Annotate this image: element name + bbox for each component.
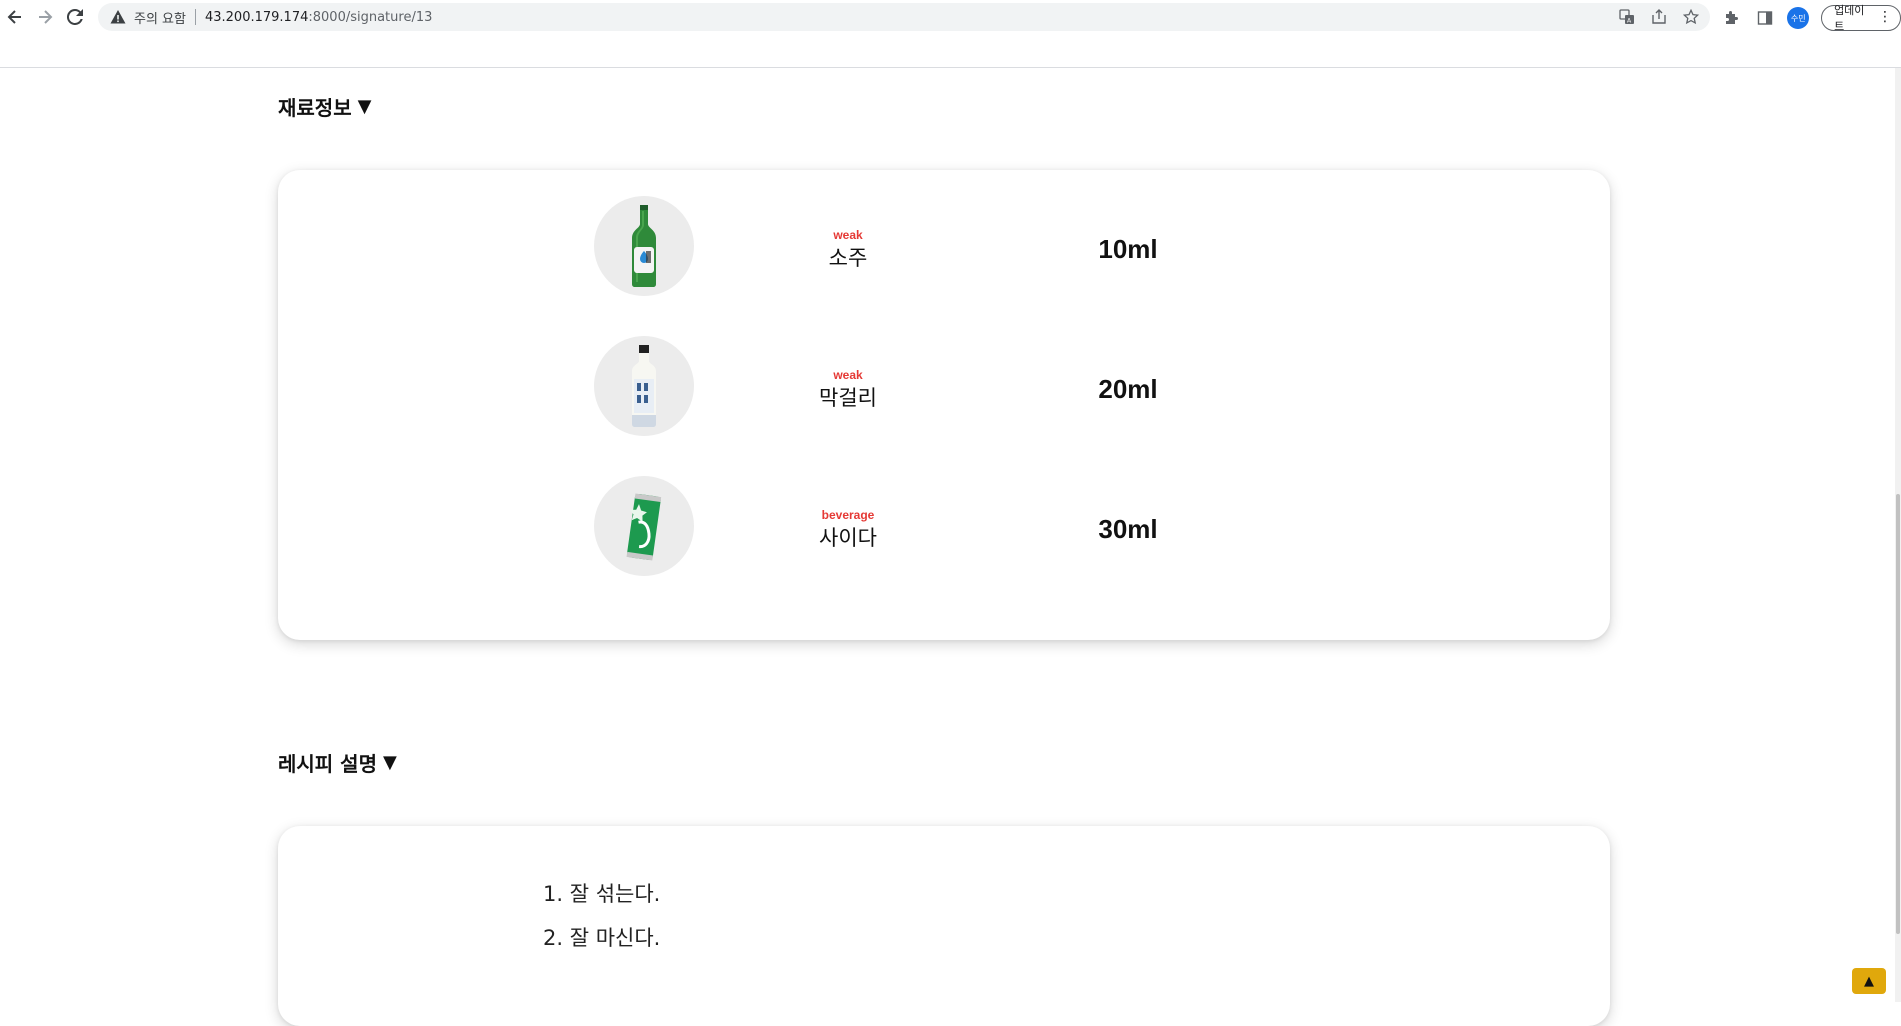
url-path: :8000/signature/13 (308, 9, 433, 25)
ingredient-name: 막걸리 (819, 386, 877, 410)
reload-icon[interactable] (62, 4, 88, 30)
cider-can-icon (594, 476, 694, 576)
ingredient-amount: 30ml (1098, 514, 1158, 544)
makgeolli-bottle-icon (594, 336, 694, 436)
ingredient-row: weak 막걸리 20ml (278, 336, 1610, 436)
url-host: 43.200.179.174 (204, 9, 309, 25)
toolbar-divider (0, 67, 1901, 68)
warning-triangle-icon[interactable] (110, 9, 126, 25)
recipe-section-toggle[interactable]: 레시피 설명 ▼ (278, 748, 397, 777)
forward-arrow-icon[interactable] (32, 4, 58, 30)
ingredient-category: beverage (821, 508, 875, 522)
ingredients-title: 재료정보 (278, 96, 352, 120)
url-separator (194, 9, 196, 25)
profile-avatar[interactable]: 수민 (1787, 7, 1810, 29)
collapse-triangle-icon: ▼ (382, 752, 397, 773)
collapse-triangle-icon: ▼ (357, 96, 372, 117)
ingredients-section-toggle[interactable]: 재료정보 ▼ (278, 92, 371, 121)
security-warning-label[interactable]: 주의 요함 (134, 8, 186, 27)
recipe-card: 1. 잘 섞는다. 2. 잘 마신다. (278, 826, 1610, 1026)
soju-bottle-icon (594, 196, 694, 296)
ingredient-row: weak 소주 10ml (278, 196, 1610, 296)
back-arrow-icon[interactable] (2, 4, 28, 30)
side-panel-icon[interactable] (1754, 7, 1776, 29)
recipe-title: 레시피 설명 (278, 752, 377, 776)
scroll-to-top-button[interactable]: ▲ (1852, 968, 1886, 994)
share-icon[interactable] (1650, 8, 1668, 26)
ingredient-row: beverage 사이다 30ml (278, 476, 1610, 576)
translate-icon[interactable]: A (1618, 8, 1636, 26)
update-button-label: 업데이트 (1834, 4, 1865, 33)
browser-menu-icon[interactable]: ⋮ (1878, 10, 1892, 24)
ingredient-name: 사이다 (819, 526, 877, 550)
ingredient-amount: 20ml (1098, 374, 1158, 404)
ingredient-amount: 10ml (1098, 234, 1158, 264)
ingredients-card: weak 소주 10ml weak 막걸리 20ml beverage 사이다 … (278, 170, 1610, 640)
extensions-puzzle-icon[interactable] (1720, 7, 1742, 29)
update-button[interactable]: 업데이트 ⋮ (1821, 4, 1901, 33)
recipe-step: 2. 잘 마신다. (543, 926, 661, 950)
scrollbar-thumb[interactable] (1896, 494, 1900, 934)
bookmark-star-icon[interactable] (1682, 8, 1700, 26)
ingredient-category: weak (833, 368, 863, 382)
ingredient-category: weak (833, 228, 863, 242)
recipe-steps: 1. 잘 섞는다. 2. 잘 마신다. (543, 876, 660, 964)
recipe-step: 1. 잘 섞는다. (543, 882, 661, 906)
ingredient-name: 소주 (828, 246, 868, 270)
address-bar[interactable]: 주의 요함 43.200.179.174 :8000/signature/13 … (98, 3, 1710, 31)
